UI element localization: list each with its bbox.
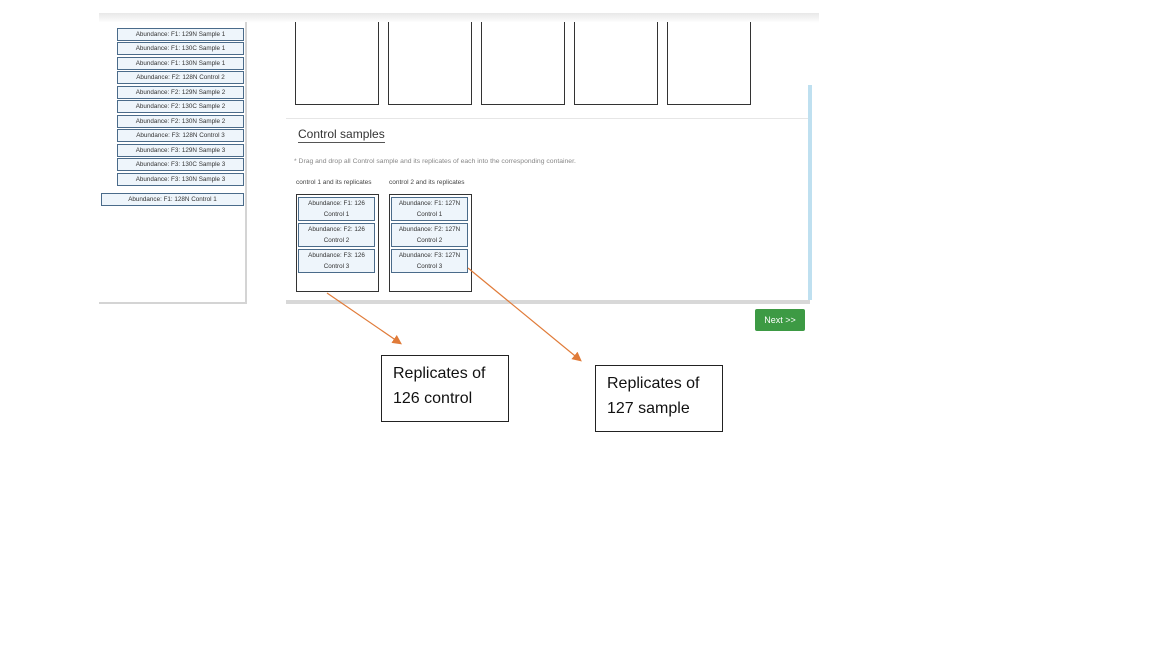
annotation-arrows <box>326 267 582 362</box>
callout-line: 126 control <box>393 390 473 407</box>
callout-line: 127 sample <box>607 400 690 417</box>
callout-line: Replicates of <box>393 365 486 382</box>
callout-line: Replicates of <box>607 375 700 392</box>
arrow-to-126-callout <box>326 292 402 345</box>
callout-127-sample: Replicates of 127 sample <box>595 365 723 432</box>
callout-126-control: Replicates of 126 control <box>381 355 509 422</box>
arrow-to-127-callout <box>467 267 582 362</box>
